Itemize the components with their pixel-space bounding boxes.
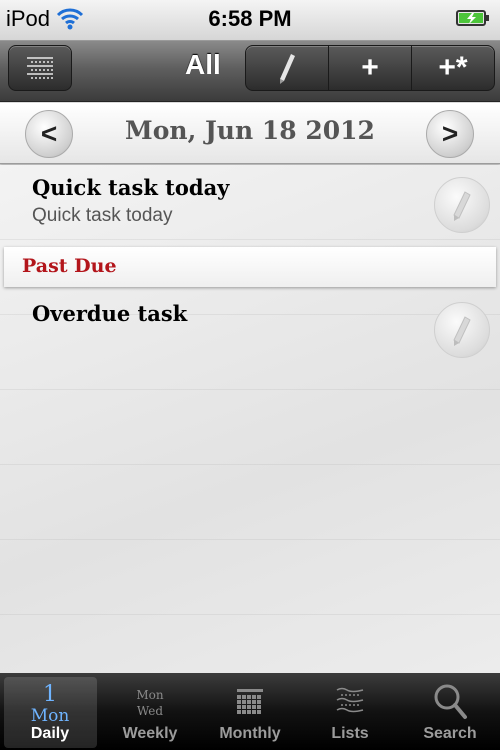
top-toolbar: All + +* <box>0 41 500 102</box>
weekly-icon: Mon Wed <box>120 677 180 725</box>
action-segment: + +* <box>245 45 495 91</box>
status-bar: iPod 6:58 PM <box>0 0 500 41</box>
battery-charging-icon <box>456 10 489 26</box>
tab-label: Lists <box>331 725 369 742</box>
add-task-button[interactable]: + <box>329 46 412 90</box>
tab-daily[interactable]: 1 Mon Daily <box>0 673 100 750</box>
chevron-right-icon: > <box>441 118 459 149</box>
section-label: Past Due <box>22 255 117 277</box>
clock-time: 6:58 PM <box>208 6 292 31</box>
current-date: Mon, Jun 18 2012 <box>125 116 375 145</box>
tab-bar: 1 Mon Daily Mon Wed Weekly Monthly Lists… <box>0 673 500 750</box>
task-title: Overdue task <box>32 301 188 326</box>
pencil-icon <box>280 54 295 84</box>
tab-label: Monthly <box>219 725 281 742</box>
svg-text:Mon: Mon <box>136 688 164 702</box>
task-row[interactable]: Quick task today Quick task today <box>0 165 500 243</box>
list-menu-icon <box>27 57 53 79</box>
add-special-task-button[interactable]: +* <box>412 46 494 90</box>
past-due-header: Past Due <box>4 247 496 287</box>
tab-weekly[interactable]: Mon Wed Weekly <box>100 673 200 750</box>
task-edit-button[interactable] <box>434 177 490 233</box>
task-edit-button[interactable] <box>434 302 490 358</box>
task-subtitle: Quick task today <box>32 205 173 226</box>
lists-icon <box>320 677 380 725</box>
task-list: Quick task today Quick task today Past D… <box>0 165 500 673</box>
daily-calendar-icon: 1 Mon <box>20 677 80 725</box>
edit-button[interactable] <box>246 46 329 90</box>
search-icon <box>420 677 480 725</box>
tab-search[interactable]: Search <box>400 673 500 750</box>
pencil-icon <box>453 191 471 221</box>
tab-label: Daily <box>30 725 70 742</box>
date-header: < Mon, Jun 18 2012 > <box>0 103 500 164</box>
pencil-icon <box>453 316 471 346</box>
next-day-button[interactable]: > <box>426 110 474 158</box>
svg-text:1: 1 <box>43 682 57 707</box>
tab-monthly[interactable]: Monthly <box>200 673 300 750</box>
tab-label: Search <box>423 725 477 742</box>
svg-text:Mon: Mon <box>31 706 70 725</box>
menu-button[interactable] <box>8 45 72 91</box>
task-row[interactable]: Overdue task <box>0 291 500 361</box>
tab-lists[interactable]: Lists <box>300 673 400 750</box>
filter-title: All <box>185 49 221 80</box>
monthly-grid-icon <box>220 677 280 725</box>
task-title: Quick task today <box>32 175 230 200</box>
tab-label: Weekly <box>122 725 178 742</box>
svg-text:Wed: Wed <box>137 704 163 718</box>
